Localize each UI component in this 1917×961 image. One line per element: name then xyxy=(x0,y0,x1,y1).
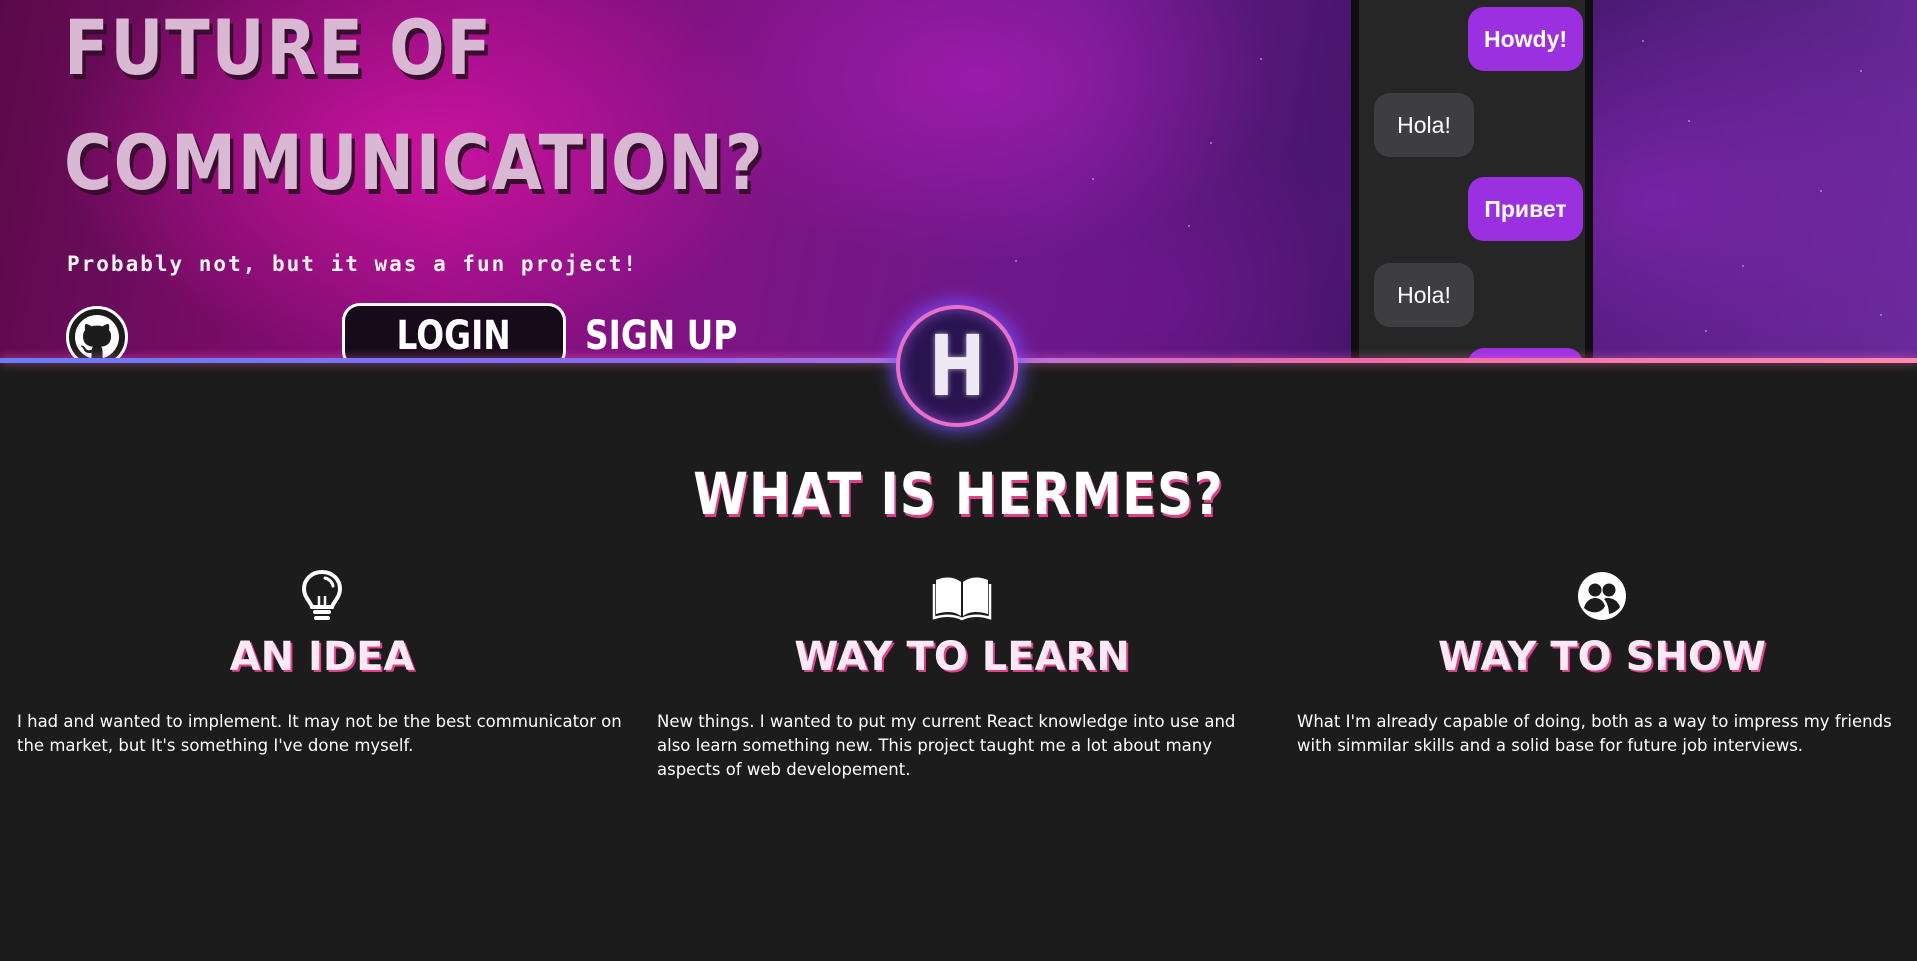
github-icon xyxy=(75,315,119,358)
users-icon xyxy=(1578,572,1626,620)
feature-text: What I'm already capable of doing, both … xyxy=(1297,712,1892,755)
login-button-label: LOGIN xyxy=(396,313,512,359)
feature-title: WAY TO SHOW xyxy=(1438,634,1766,680)
chat-bubble-text: Hola! xyxy=(1397,281,1451,308)
feature-show: WAY TO SHOW What I'm already capable of … xyxy=(1297,568,1907,755)
chat-bubble-text: Hola! xyxy=(1397,111,1451,138)
hero-title-line-2: COMMUNICATION? xyxy=(64,118,765,207)
chat-bubble-text: Привет xyxy=(1484,195,1567,222)
hermes-logo[interactable]: H xyxy=(896,305,1018,427)
feature-text: New things. I wanted to put my current R… xyxy=(657,712,1236,779)
logo-letter: H xyxy=(928,317,986,415)
hero-title-line-1: FUTURE OF xyxy=(64,3,493,92)
chat-bubble-outgoing: Howdy! xyxy=(1468,7,1583,71)
chat-bubble-incoming: Hola! xyxy=(1374,93,1474,157)
section-title-text: WHAT IS HERMES? xyxy=(693,460,1224,528)
chat-bubble-outgoing: Привет xyxy=(1468,177,1583,241)
feature-idea: AN IDEA I had and wanted to implement. I… xyxy=(17,568,627,755)
signup-button[interactable]: SIGN UP xyxy=(585,303,738,361)
login-button[interactable]: LOGIN xyxy=(342,303,566,361)
chat-bubble-incoming: Hola! xyxy=(1374,263,1474,327)
section-title: WHAT IS HERMES? xyxy=(0,460,1917,528)
feature-text: I had and wanted to implement. It may no… xyxy=(17,712,622,755)
feature-title: WAY TO LEARN xyxy=(794,634,1130,680)
lightbulb-icon xyxy=(301,569,343,620)
feature-title: AN IDEA xyxy=(229,634,415,680)
chat-bubble-text: Howdy! xyxy=(1483,25,1568,52)
features-list: AN IDEA I had and wanted to implement. I… xyxy=(0,568,1917,828)
phone-mockup: Howdy! Hola! Привет Hola! xyxy=(1351,0,1593,361)
signup-button-label: SIGN UP xyxy=(585,313,738,359)
hero-title: FUTURE OF COMMUNICATION? xyxy=(64,0,764,220)
github-link[interactable] xyxy=(66,306,128,361)
feature-learn: WAY TO LEARN New things. I wanted to put… xyxy=(657,568,1267,779)
hero-subtitle: Probably not, but it was a fun project! xyxy=(67,252,639,276)
book-icon xyxy=(932,577,992,621)
